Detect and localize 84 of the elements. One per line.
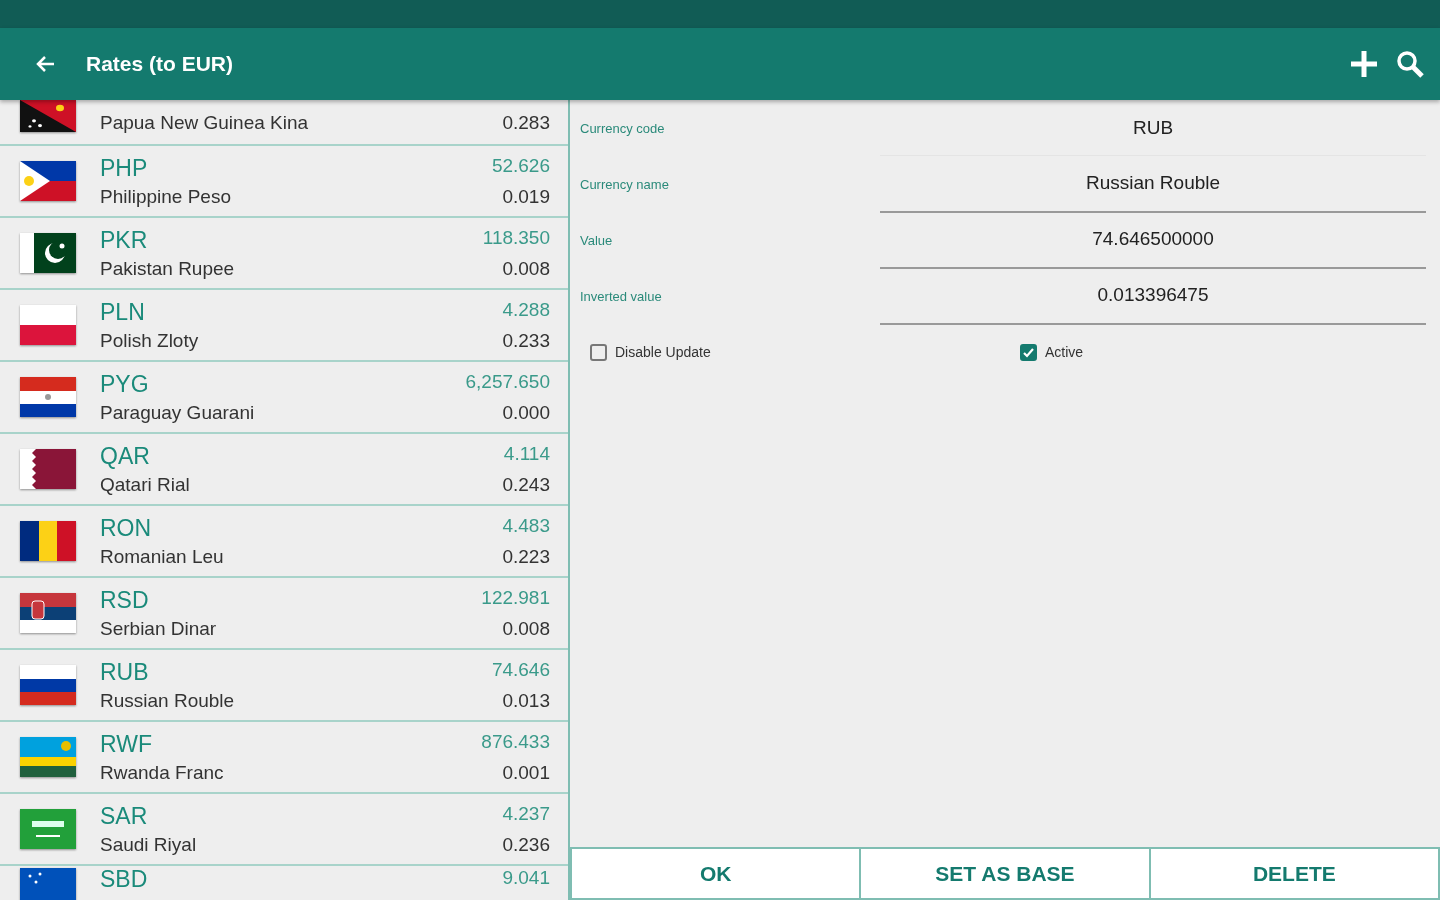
flag-icon — [20, 868, 76, 900]
currency-row[interactable]: RON 4.483 Romanian Leu 0.223 — [0, 506, 568, 578]
currency-code: RUB — [100, 658, 149, 686]
inverted-rate: 0.019 — [502, 185, 550, 208]
currency-name: Rwanda Franc — [100, 761, 224, 784]
currency-row[interactable]: RSD 122.981 Serbian Dinar 0.008 — [0, 578, 568, 650]
exchange-rate: 122.981 — [481, 586, 550, 610]
search-icon[interactable] — [1394, 48, 1426, 80]
exchange-rate: 876.433 — [481, 730, 550, 754]
exchange-rate: 52.626 — [491, 154, 550, 178]
currency-code: PYG — [100, 370, 149, 398]
plus-icon[interactable] — [1348, 48, 1380, 80]
inverted-rate: 0.001 — [502, 761, 550, 784]
flag-icon — [20, 233, 76, 273]
flag-icon — [20, 521, 76, 561]
currency-name: Qatari Rial — [100, 473, 190, 496]
inverted-rate: 0.008 — [502, 617, 550, 640]
currency-code: PKR — [100, 226, 148, 254]
inverted-rate: 0.283 — [502, 112, 550, 134]
flag-icon — [20, 449, 76, 489]
exchange-rate: 4.483 — [502, 514, 550, 538]
field-label: Currency code — [580, 120, 666, 136]
currency-code: QAR — [100, 442, 150, 470]
currency-name: Philippine Peso — [100, 185, 231, 208]
flag-icon — [20, 665, 76, 705]
currency-name: Papua New Guinea Kina — [100, 112, 309, 134]
action-button[interactable]: DELETE — [1148, 847, 1440, 900]
currency-row[interactable]: RWF 876.433 Rwanda Franc 0.001 — [0, 722, 568, 794]
field-label: Inverted value — [580, 288, 663, 304]
inverted-rate: 0.243 — [502, 473, 550, 496]
field-label: Currency name — [580, 176, 670, 192]
inverted-rate: 0.236 — [502, 833, 550, 856]
currency-row[interactable]: SBD 9.041 — [0, 866, 568, 900]
currency-name: Polish Zloty — [100, 329, 199, 352]
currency-row[interactable]: Papua New Guinea Kina 0.283 — [0, 100, 568, 146]
action-button[interactable]: SET AS BASE — [859, 847, 1149, 900]
flag-icon — [20, 100, 76, 132]
exchange-rate: 4.288 — [502, 298, 550, 322]
input-field[interactable]: 0.013396475 — [880, 267, 1426, 325]
checkbox[interactable]: Active — [1010, 343, 1440, 361]
exchange-rate: 118.350 — [482, 226, 550, 250]
exchange-rate: 9.041 — [502, 868, 550, 890]
flag-icon — [20, 809, 76, 849]
action-button[interactable]: OK — [570, 847, 860, 900]
currency-code: RSD — [100, 586, 149, 614]
input-field[interactable]: Russian Rouble — [880, 155, 1426, 213]
checkbox[interactable]: Disable Update — [580, 343, 1010, 361]
inverted-rate: 0.000 — [502, 401, 550, 424]
currency-name: Pakistan Rupee — [100, 257, 235, 280]
currency-row[interactable]: PHP 52.626 Philippine Peso 0.019 — [0, 146, 568, 218]
currency-name: Russian Rouble — [100, 689, 235, 712]
inverted-rate: 0.013 — [502, 689, 550, 712]
currency-row[interactable]: PYG 6,257.650 Paraguay Guarani 0.000 — [0, 362, 568, 434]
flag-icon — [20, 377, 76, 417]
currency-code: RON — [100, 514, 152, 542]
currency-name: Serbian Dinar — [100, 617, 217, 640]
currency-row[interactable]: PLN 4.288 Polish Zloty 0.233 — [0, 290, 568, 362]
inverted-rate: 0.233 — [502, 329, 550, 352]
flag-icon — [20, 161, 76, 201]
toolbar-title: Rates (to EUR) — [86, 52, 233, 76]
inverted-rate: 0.223 — [502, 545, 550, 568]
exchange-rate: 4.114 — [503, 442, 550, 466]
currency-code: RWF — [100, 730, 152, 758]
currency-code: SBD — [100, 868, 148, 891]
inverted-rate: 0.008 — [502, 257, 550, 280]
input-field[interactable]: RUB — [880, 100, 1426, 156]
exchange-rate: 74.646 — [491, 658, 550, 682]
currency-row[interactable]: RUB 74.646 Russian Rouble 0.013 — [0, 650, 568, 722]
exchange-rate: 6,257.650 — [465, 370, 550, 394]
exchange-rate: 4.237 — [502, 802, 550, 826]
currency-code: PHP — [100, 154, 148, 182]
field-label: Value — [580, 232, 614, 248]
currency-code: PLN — [100, 298, 145, 326]
currency-row[interactable]: PKR 118.350 Pakistan Rupee 0.008 — [0, 218, 568, 290]
flag-icon — [20, 737, 76, 777]
currency-name: Saudi Riyal — [100, 833, 197, 856]
currency-row[interactable]: QAR 4.114 Qatari Rial 0.243 — [0, 434, 568, 506]
currency-name: Romanian Leu — [100, 545, 224, 568]
currency-row[interactable]: SAR 4.237 Saudi Riyal 0.236 — [0, 794, 568, 866]
currency-name: Paraguay Guarani — [100, 401, 255, 424]
currency-code: SAR — [100, 802, 148, 830]
input-field[interactable]: 74.646500000 — [880, 211, 1426, 269]
flag-icon — [20, 305, 76, 345]
flag-icon — [20, 593, 76, 633]
